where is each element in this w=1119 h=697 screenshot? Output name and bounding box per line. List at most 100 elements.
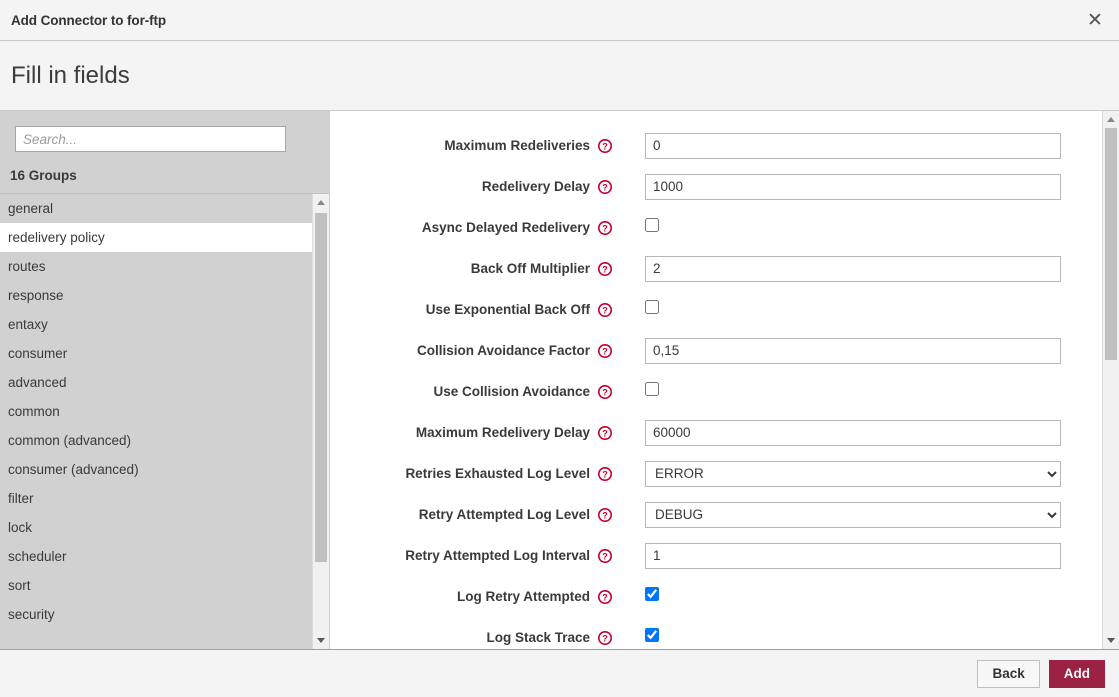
field-row: Use Exponential Back Off?: [330, 289, 1102, 330]
help-circle-icon[interactable]: ?: [598, 631, 612, 645]
help-circle-icon[interactable]: ?: [598, 221, 612, 235]
text-input[interactable]: [645, 420, 1061, 446]
help-circle-icon[interactable]: ?: [598, 344, 612, 358]
field-row: Async Delayed Redelivery?: [330, 207, 1102, 248]
help-circle-icon[interactable]: ?: [598, 549, 612, 563]
field-label: Collision Avoidance Factor: [330, 343, 598, 358]
field-row: Retry Attempted Log Level?DEBUG: [330, 494, 1102, 535]
checkbox-input[interactable]: [645, 300, 659, 314]
sidebar-item-sort[interactable]: sort: [0, 571, 312, 600]
sidebar-item-scheduler[interactable]: scheduler: [0, 542, 312, 571]
help-circle-icon[interactable]: ?: [598, 467, 612, 481]
field-control: [645, 338, 1102, 364]
sidebar-scroll-thumb[interactable]: [315, 213, 327, 562]
field-label: Redelivery Delay: [330, 179, 598, 194]
help-circle-icon[interactable]: ?: [598, 508, 612, 522]
sidebar-item-common-advanced-[interactable]: common (advanced): [0, 426, 312, 455]
help-circle-icon[interactable]: ?: [598, 262, 612, 276]
sidebar-item-common[interactable]: common: [0, 397, 312, 426]
sidebar-item-label: scheduler: [8, 549, 67, 564]
group-list-container: generalredelivery policy routes response en…: [0, 193, 329, 649]
help-circle-icon[interactable]: ?: [598, 180, 612, 194]
sidebar-item-label: consumer (advanced): [8, 462, 139, 477]
page-heading-bar: Fill in fields: [0, 41, 1119, 111]
field-row: Back Off Multiplier?: [330, 248, 1102, 289]
field-row: Retry Attempted Log Interval?: [330, 535, 1102, 576]
sidebar-item-label: response: [8, 288, 64, 303]
text-input[interactable]: [645, 338, 1061, 364]
field-label: Async Delayed Redelivery: [330, 220, 598, 235]
svg-text:?: ?: [602, 264, 608, 274]
field-control: [645, 587, 1102, 606]
text-input[interactable]: [645, 174, 1061, 200]
sidebar-item-filter[interactable]: filter: [0, 484, 312, 513]
sidebar-item-response[interactable]: response: [0, 281, 312, 310]
field-row: Retries Exhausted Log Level? ERROR: [330, 453, 1102, 494]
sidebar-item-redelivery-policy[interactable]: redelivery policy: [0, 223, 312, 252]
dialog-title: Add Connector to for-ftp: [11, 13, 166, 28]
field-label: Back Off Multiplier: [330, 261, 598, 276]
sidebar-item-entaxy[interactable]: entaxy: [0, 310, 312, 339]
scroll-up-arrow-icon[interactable]: [313, 194, 329, 211]
field-row: Redelivery Delay?: [330, 166, 1102, 207]
search-input[interactable]: [15, 126, 286, 152]
scroll-down-arrow-icon[interactable]: [313, 632, 329, 649]
text-input[interactable]: [645, 543, 1061, 569]
sidebar-item-label: sort: [8, 578, 31, 593]
svg-text:?: ?: [602, 305, 608, 315]
checkbox-input[interactable]: [645, 628, 659, 642]
select-input[interactable]: DEBUG: [645, 502, 1061, 528]
group-list: generalredelivery policy routes response en…: [0, 194, 312, 649]
field-control: [645, 628, 1102, 647]
sidebar-item-consumer[interactable]: consumer: [0, 339, 312, 368]
sidebar-item-general[interactable]: general: [0, 194, 312, 223]
sidebar-item-label: lock: [8, 520, 32, 535]
field-control: [645, 218, 1102, 237]
field-label: Maximum Redeliveries: [330, 138, 598, 153]
field-control: DEBUG: [645, 502, 1102, 528]
checkbox-input[interactable]: [645, 382, 659, 396]
svg-text:?: ?: [602, 633, 608, 643]
help-circle-icon[interactable]: ?: [598, 385, 612, 399]
help-circle-icon[interactable]: ?: [598, 139, 612, 153]
dialog-footer: Back Add: [0, 650, 1119, 697]
form-scroll-thumb[interactable]: [1105, 128, 1117, 360]
help-circle-icon[interactable]: ?: [598, 303, 612, 317]
field-row: Log Stack Trace?: [330, 617, 1102, 649]
sidebar-item-label: common (advanced): [8, 433, 131, 448]
scroll-up-arrow-icon[interactable]: [1103, 111, 1119, 128]
sidebar-item-label: consumer: [8, 346, 67, 361]
help-circle-icon[interactable]: ?: [598, 590, 612, 604]
svg-text:?: ?: [602, 141, 608, 151]
sidebar-scroll-track[interactable]: [313, 211, 329, 632]
field-label: Retries Exhausted Log Level: [330, 466, 598, 481]
sidebar-item-lock[interactable]: lock: [0, 513, 312, 542]
scroll-down-arrow-icon[interactable]: [1103, 632, 1119, 649]
sidebar-item-consumer-advanced-[interactable]: consumer (advanced): [0, 455, 312, 484]
add-button[interactable]: Add: [1049, 660, 1105, 688]
field-control: [645, 420, 1102, 446]
close-icon[interactable]: ✕: [1081, 6, 1109, 34]
sidebar-scrollbar[interactable]: [312, 194, 329, 649]
checkbox-input[interactable]: [645, 218, 659, 232]
back-button[interactable]: Back: [977, 660, 1039, 688]
sidebar-item-label: routes: [8, 259, 46, 274]
field-label: Log Stack Trace: [330, 630, 598, 645]
field-row: Use Collision Avoidance?: [330, 371, 1102, 412]
dialog-body: 16 Groups generalredelivery policy routes…: [0, 111, 1119, 650]
sidebar-item-advanced[interactable]: advanced: [0, 368, 312, 397]
help-circle-icon[interactable]: ?: [598, 426, 612, 440]
dialog-titlebar: Add Connector to for-ftp ✕: [0, 0, 1119, 41]
select-input[interactable]: ERROR: [645, 461, 1061, 487]
text-input[interactable]: [645, 133, 1061, 159]
sidebar-item-label: common: [8, 404, 60, 419]
form-scroll-track[interactable]: [1103, 128, 1119, 632]
sidebar-item-routes[interactable]: routes: [0, 252, 312, 281]
svg-text:?: ?: [602, 182, 608, 192]
text-input[interactable]: [645, 256, 1061, 282]
sidebar-item-security[interactable]: security: [0, 600, 312, 629]
form-scrollbar[interactable]: [1102, 111, 1119, 649]
checkbox-input[interactable]: [645, 587, 659, 601]
groups-count-label: 16 Groups: [10, 168, 329, 183]
field-row: Maximum Redelivery Delay?: [330, 412, 1102, 453]
